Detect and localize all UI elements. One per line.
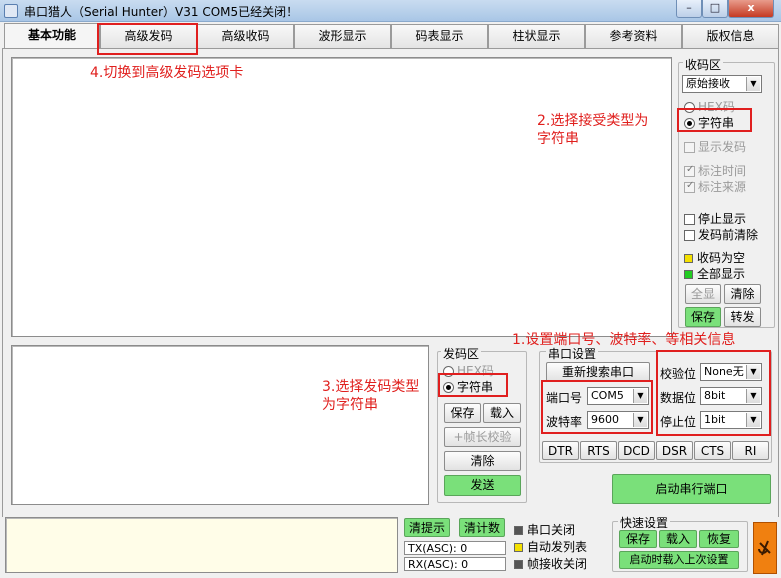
tab-reference[interactable]: 参考资料 <box>585 24 682 48</box>
quick-settings-title: 快速设置 <box>618 514 671 531</box>
receive-textarea[interactable] <box>11 57 672 337</box>
hint-area <box>5 517 398 573</box>
tab-bar-chart[interactable]: 柱状显示 <box>488 24 585 48</box>
signal-dcd: DCD <box>618 441 655 460</box>
signal-cts: CTS <box>694 441 731 460</box>
receive-clear-button[interactable]: 清除 <box>724 284 761 304</box>
annotation-3: 3.选择发码类型 为字符串 <box>322 379 420 413</box>
full-display-indicator: 全部显示 <box>684 265 745 282</box>
rescan-ports-button[interactable]: 重新搜索串口 <box>546 362 650 382</box>
chevron-down-icon: ▼ <box>746 77 760 91</box>
clear-hint-button[interactable]: 清提示 <box>404 518 450 537</box>
receive-mode-select[interactable]: 原始接收 ▼ <box>682 75 762 93</box>
stop-display-checkbox[interactable]: 停止显示 <box>684 210 746 227</box>
tool-icon[interactable] <box>753 522 777 574</box>
frame-length-check-button[interactable]: +帧长校验 <box>444 427 521 447</box>
send-load-button[interactable]: 载入 <box>483 403 521 423</box>
receive-empty-indicator: 收码为空 <box>684 249 745 266</box>
tab-copyright[interactable]: 版权信息 <box>682 24 779 48</box>
app-icon <box>4 4 18 18</box>
auto-send-indicator: 自动发列表 <box>514 538 587 555</box>
highlight-port-baud <box>541 380 653 434</box>
annotation-4: 4.切换到高级发码选项卡 <box>90 65 244 81</box>
signal-rts[interactable]: RTS <box>580 441 617 460</box>
signal-dtr[interactable]: DTR <box>542 441 579 460</box>
clear-count-button[interactable]: 清计数 <box>459 518 505 537</box>
quick-save-button[interactable]: 保存 <box>619 530 657 548</box>
title-bar: 串口猎人（Serial Hunter）V31 COM5已经关闭！ – □ x <box>0 0 781 22</box>
autoload-last-settings-button[interactable]: 启动时载入上次设置 <box>619 551 739 569</box>
tab-basic[interactable]: 基本功能 <box>4 23 100 49</box>
tab-waveform[interactable]: 波形显示 <box>294 24 391 48</box>
send-textarea[interactable] <box>11 345 429 505</box>
show-send-checkbox[interactable]: 显示发码 <box>684 138 746 155</box>
start-serial-port-button[interactable]: 启动串行端口 <box>612 474 771 504</box>
highlight-receive-string <box>677 108 752 132</box>
annotation-2: 2.选择接受类型为 字符串 <box>537 113 649 147</box>
send-save-button[interactable]: 保存 <box>444 403 481 423</box>
clear-before-send-checkbox[interactable]: 发码前清除 <box>684 226 758 243</box>
highlight-parity-bits <box>656 350 771 436</box>
send-button[interactable]: 发送 <box>444 475 521 496</box>
forward-button[interactable]: 转发 <box>724 307 761 327</box>
window-title: 串口猎人（Serial Hunter）V31 COM5已经关闭！ <box>24 5 299 19</box>
highlight-send-string <box>438 373 508 397</box>
minimize-button[interactable]: – <box>676 0 702 18</box>
mark-time-checkbox[interactable]: ✓ 标注时间 <box>684 162 746 179</box>
quick-load-button[interactable]: 载入 <box>659 530 697 548</box>
mark-source-checkbox[interactable]: ✓ 标注来源 <box>684 178 746 195</box>
signal-ri: RI <box>732 441 769 460</box>
rx-counter: RX(ASC): 0 <box>404 557 506 571</box>
tx-counter: TX(ASC): 0 <box>404 541 506 555</box>
tab-advanced-receive[interactable]: 高级收码 <box>197 24 294 48</box>
close-button[interactable]: x <box>728 0 774 18</box>
fullscreen-button[interactable]: 全显 <box>685 284 721 304</box>
frame-receive-indicator: 帧接收关闭 <box>514 555 587 572</box>
send-clear-button[interactable]: 清除 <box>444 451 521 471</box>
receive-save-button[interactable]: 保存 <box>685 307 721 327</box>
receive-group-title: 收码区 <box>683 56 724 73</box>
quick-restore-button[interactable]: 恢复 <box>699 530 739 548</box>
send-group-title: 发码区 <box>441 345 482 362</box>
highlight-advanced-send-tab <box>97 23 198 55</box>
maximize-button[interactable]: □ <box>702 0 728 18</box>
port-closed-indicator: 串口关闭 <box>514 521 575 538</box>
annotation-1: 1.设置端口号、波特率、等相关信息 <box>512 332 736 348</box>
signal-dsr: DSR <box>656 441 693 460</box>
tab-code-table[interactable]: 码表显示 <box>391 24 488 48</box>
